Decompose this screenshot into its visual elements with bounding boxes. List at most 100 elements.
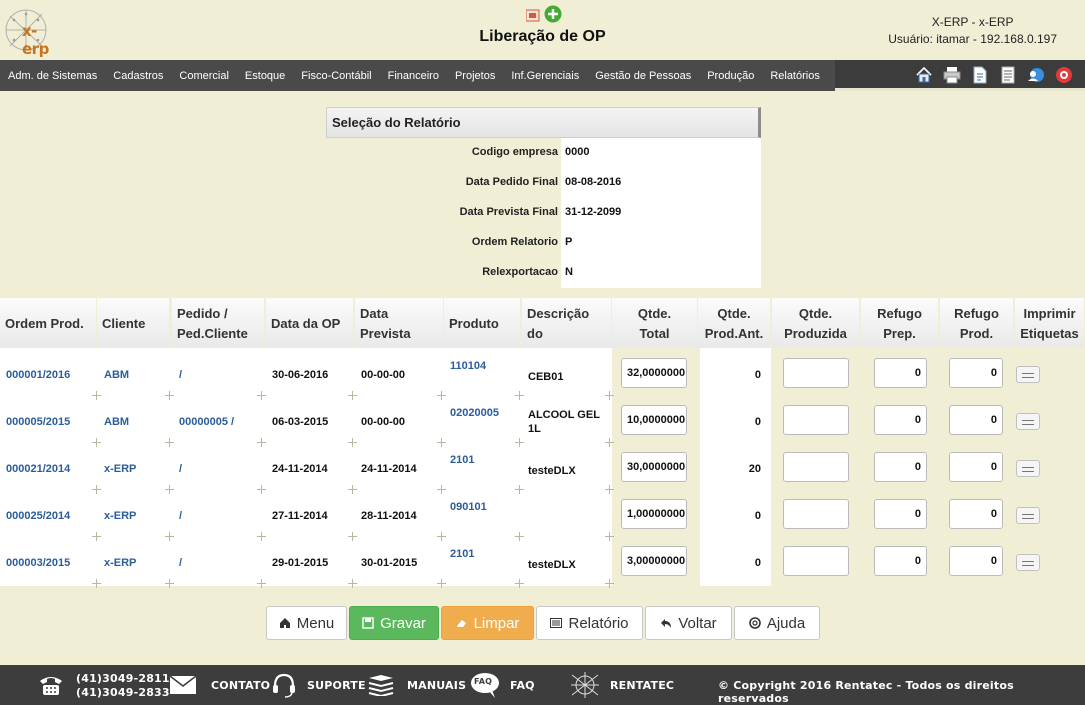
- menu-item-7[interactable]: Inf.Gerenciais: [503, 70, 587, 82]
- xerp-logo[interactable]: x-erp: [4, 6, 62, 58]
- refugo-prod-input[interactable]: 0: [949, 452, 1003, 482]
- produto-link[interactable]: 110104: [450, 360, 486, 372]
- pedido-link[interactable]: /: [179, 510, 182, 522]
- column-header-data_prev[interactable]: Data Prevista: [355, 298, 443, 348]
- menu-item-1[interactable]: Cadastros: [105, 70, 171, 82]
- users-icon[interactable]: [1027, 66, 1045, 84]
- column-header-refprep[interactable]: Refugo Prep.: [861, 298, 938, 348]
- cliente-link[interactable]: x-ERP: [104, 557, 136, 569]
- produto-link[interactable]: 02020005: [450, 407, 499, 419]
- column-header-prod[interactable]: Qtde. Produzida: [772, 298, 859, 348]
- data-prevista: 00-00-00: [361, 369, 406, 381]
- column-header-pedido[interactable]: Pedido / Ped.Cliente: [172, 298, 264, 348]
- relatorio-button-label: Relatório: [568, 614, 629, 632]
- qtde-total-field[interactable]: 30,0000000: [621, 452, 687, 482]
- gravar-button[interactable]: Gravar: [349, 606, 439, 640]
- column-header-total[interactable]: Qtde. Total: [612, 298, 697, 348]
- qtde-total-field[interactable]: 1,00000000: [621, 499, 687, 529]
- help-lifebuoy-icon[interactable]: [1055, 66, 1073, 84]
- selection-title: Seleção do Relatório: [332, 115, 461, 130]
- ajuda-button[interactable]: Ajuda: [734, 606, 820, 640]
- menu-item-8[interactable]: Gestão de Pessoas: [587, 70, 699, 82]
- refugo-prod-input[interactable]: 0: [949, 546, 1003, 576]
- menu-item-6[interactable]: Projetos: [447, 70, 503, 82]
- column-header-refprod[interactable]: Refugo Prod.: [940, 298, 1013, 348]
- limpar-button[interactable]: Limpar: [441, 606, 534, 640]
- produto-link[interactable]: 2101: [450, 454, 474, 466]
- contato-link[interactable]: CONTATO: [211, 679, 270, 692]
- refugo-prep-input[interactable]: 0: [874, 358, 927, 388]
- menu-item-5[interactable]: Financeiro: [380, 70, 447, 82]
- ordem-prod-link[interactable]: 000025/2014: [6, 510, 70, 522]
- menu-item-4[interactable]: Fisco-Contábil: [293, 70, 379, 82]
- qtde-total-field[interactable]: 32,0000000: [621, 358, 687, 388]
- pedido-link[interactable]: 00000005 /: [179, 416, 234, 428]
- menu-item-3[interactable]: Estoque: [237, 70, 293, 82]
- print-label-button[interactable]: [1016, 554, 1040, 571]
- print-label-button[interactable]: [1016, 460, 1040, 477]
- books-icon[interactable]: [367, 674, 395, 696]
- cliente-link[interactable]: x-ERP: [104, 463, 136, 475]
- column-header-cliente[interactable]: Cliente: [97, 298, 169, 348]
- column-header-ordem[interactable]: Ordem Prod.: [0, 298, 96, 348]
- qtde-produzida-input[interactable]: [783, 405, 849, 435]
- menu-item-2[interactable]: Comercial: [171, 70, 237, 82]
- menu-button-label: Menu: [296, 614, 335, 632]
- cliente-link[interactable]: ABM: [104, 369, 129, 381]
- qtde-produzida-input[interactable]: [783, 499, 849, 529]
- qtde-produzida-input[interactable]: [783, 546, 849, 576]
- refugo-prep-input[interactable]: 0: [874, 499, 927, 529]
- print-label-button[interactable]: [1016, 366, 1040, 383]
- add-icon[interactable]: [544, 5, 562, 23]
- ordem-prod-link[interactable]: 000005/2015: [6, 416, 70, 428]
- refugo-prod-input[interactable]: 0: [949, 405, 1003, 435]
- home-icon[interactable]: [915, 66, 933, 84]
- qtde-total-field[interactable]: 10,0000000: [621, 405, 687, 435]
- report-icon[interactable]: [999, 66, 1017, 84]
- refugo-prep-input[interactable]: 0: [874, 452, 927, 482]
- faq-link[interactable]: FAQ: [510, 679, 535, 692]
- produto-link[interactable]: 2101: [450, 548, 474, 560]
- qtde-produzida-input[interactable]: [783, 358, 849, 388]
- print-label-button[interactable]: [1016, 413, 1040, 430]
- column-header-data_op[interactable]: Data da OP: [266, 298, 353, 348]
- pedido-link[interactable]: /: [179, 557, 182, 569]
- descricao-produto-line2: 1L: [528, 423, 541, 435]
- voltar-button[interactable]: Voltar: [645, 606, 732, 640]
- menu-item-0[interactable]: Adm. de Sistemas: [0, 70, 105, 82]
- ordem-prod-link[interactable]: 000021/2014: [6, 463, 70, 475]
- refugo-prod-input[interactable]: 0: [949, 499, 1003, 529]
- export-icon[interactable]: [525, 9, 540, 22]
- selection-field-label: Ordem Relatorio: [471, 236, 558, 248]
- menu-item-9[interactable]: Produção: [699, 70, 762, 82]
- menu-button[interactable]: Menu: [266, 606, 347, 640]
- printer-icon[interactable]: [943, 66, 961, 84]
- column-header-ant[interactable]: Qtde. Prod.Ant.: [698, 298, 770, 348]
- refugo-prep-input[interactable]: 0: [874, 546, 927, 576]
- suporte-link[interactable]: SUPORTE: [307, 679, 366, 692]
- ordem-prod-link[interactable]: 000003/2015: [6, 557, 70, 569]
- manuais-link[interactable]: MANUAIS: [407, 679, 466, 692]
- print-label-button[interactable]: [1016, 507, 1040, 524]
- refugo-prod-input[interactable]: 0: [949, 358, 1003, 388]
- cliente-link[interactable]: x-ERP: [104, 510, 136, 522]
- rentatec-link[interactable]: RENTATEC: [610, 679, 674, 692]
- relatorio-button[interactable]: Relatório: [536, 606, 643, 640]
- headset-icon[interactable]: [271, 672, 297, 698]
- qtde-produzida-input[interactable]: [783, 452, 849, 482]
- pedido-link[interactable]: /: [179, 463, 182, 475]
- refugo-prep-input[interactable]: 0: [874, 405, 927, 435]
- save-icon: [362, 617, 374, 629]
- pedido-link[interactable]: /: [179, 369, 182, 381]
- column-header-desc[interactable]: Descrição doProduto: [522, 298, 611, 361]
- cliente-link[interactable]: ABM: [104, 416, 129, 428]
- document-icon[interactable]: [971, 66, 989, 84]
- rentatec-logo-icon[interactable]: [570, 671, 600, 699]
- column-header-produto[interactable]: Produto: [444, 298, 520, 348]
- menu-item-10[interactable]: Relatórios: [762, 70, 828, 82]
- ordem-prod-link[interactable]: 000001/2016: [6, 369, 70, 381]
- produto-link[interactable]: 090101: [450, 501, 487, 513]
- envelope-icon[interactable]: [170, 676, 196, 694]
- qtde-total-field[interactable]: 3,00000000: [621, 546, 687, 576]
- column-header-imp[interactable]: Imprimir Etiquetas: [1015, 298, 1084, 348]
